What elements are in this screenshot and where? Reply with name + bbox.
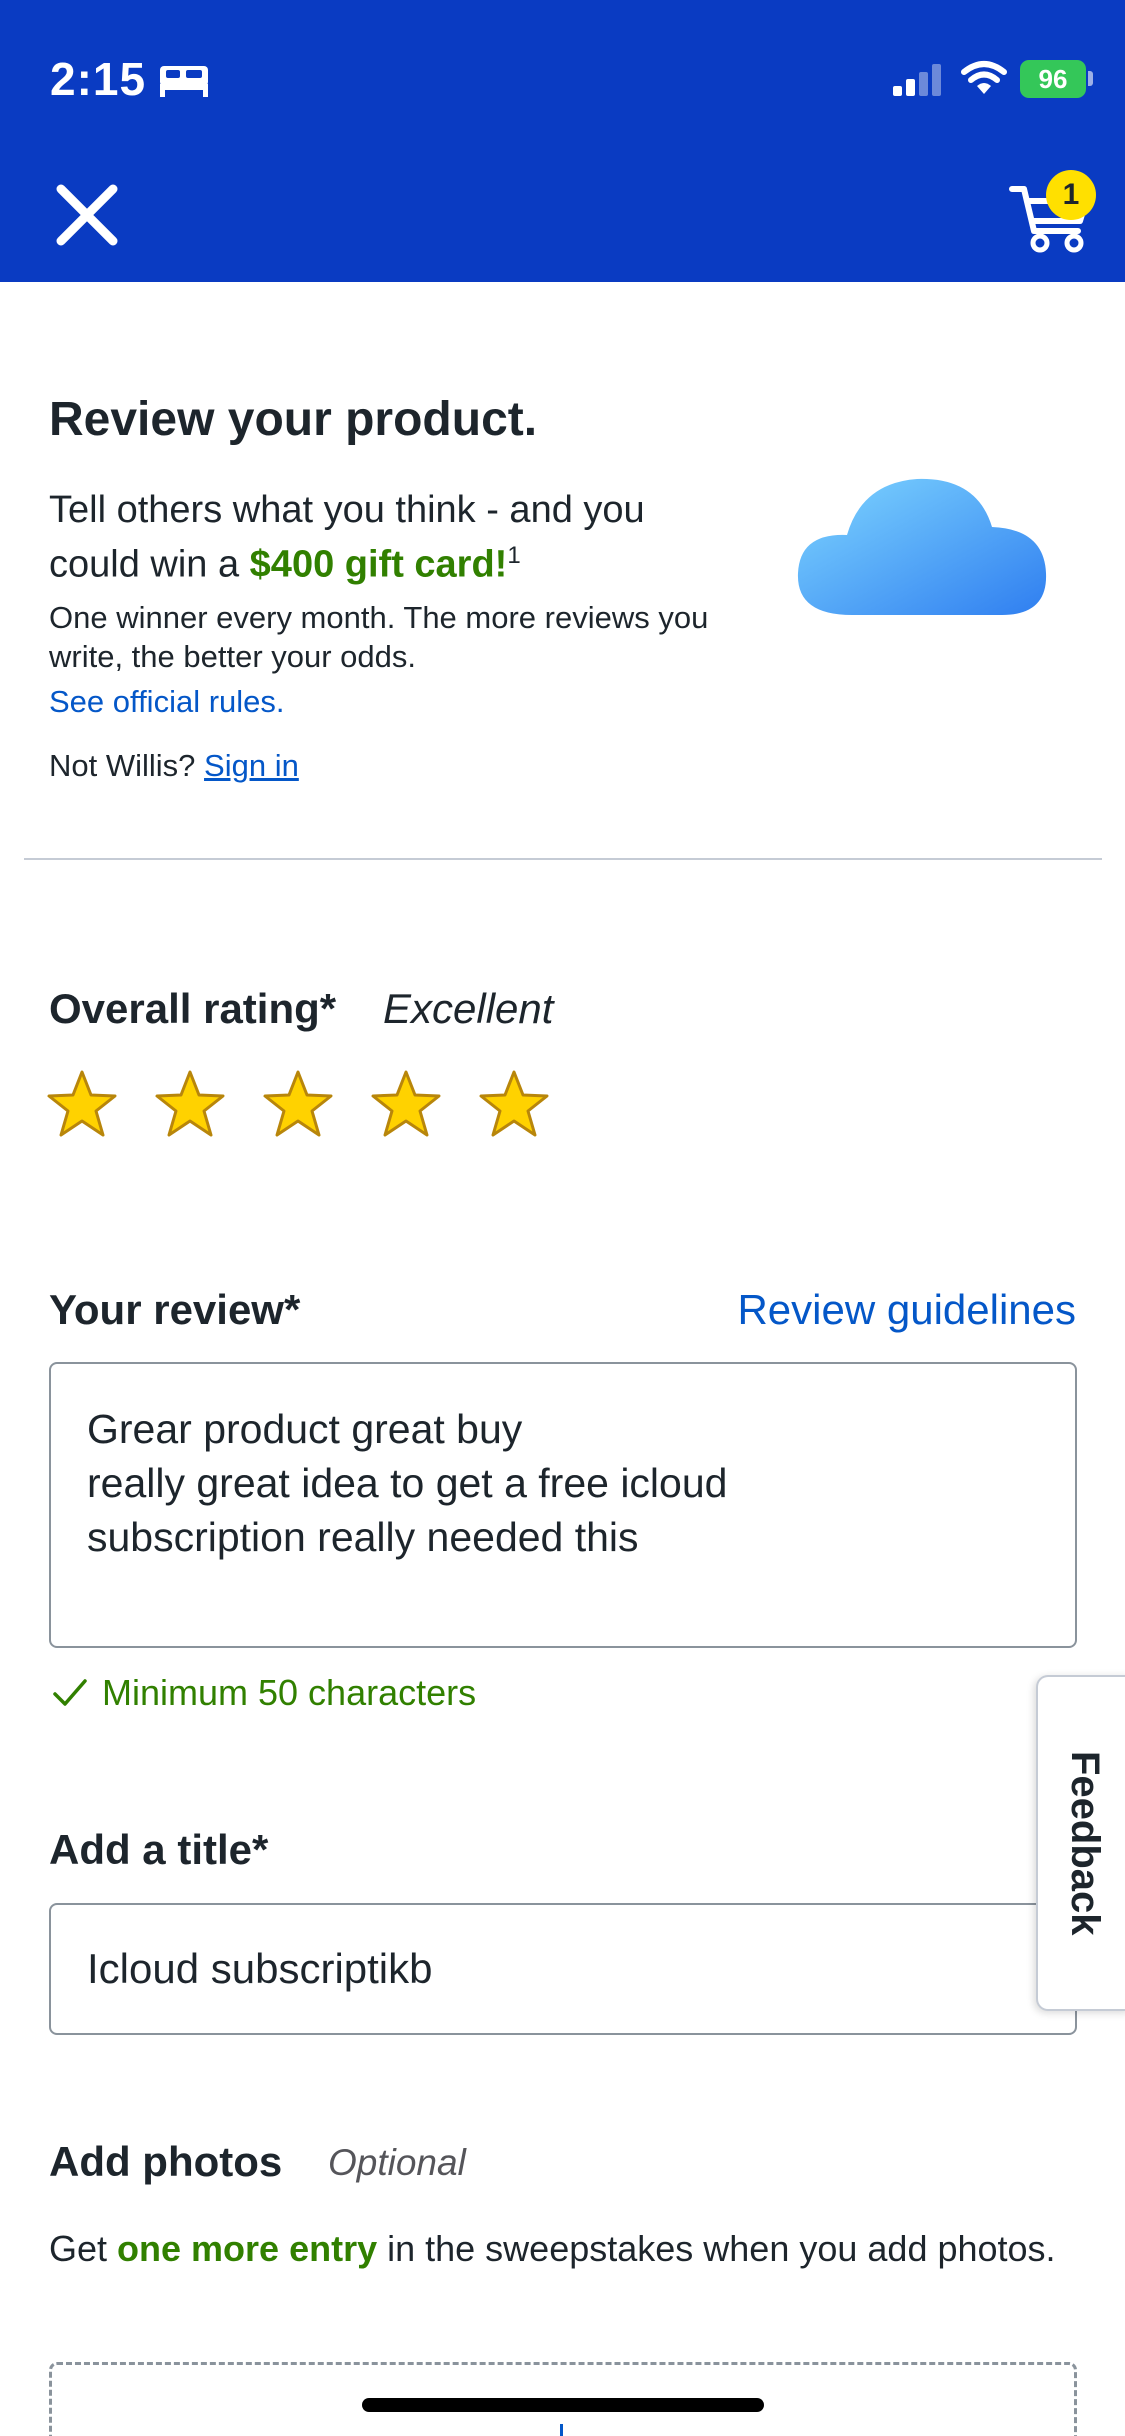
official-rules-link[interactable]: See official rules. xyxy=(49,684,285,720)
feedback-tab[interactable]: Feedback xyxy=(1036,1675,1125,2011)
battery-tip xyxy=(1088,71,1093,86)
add-photo-plus-icon[interactable] xyxy=(560,2424,563,2436)
your-review-label: Your review* xyxy=(49,1286,301,1333)
star-rating xyxy=(46,1068,550,1140)
section-divider xyxy=(24,858,1102,860)
cloud-icon xyxy=(797,478,1047,615)
sign-in-link[interactable]: Sign in xyxy=(204,748,299,783)
signal-icon xyxy=(893,64,941,96)
intro-text: Tell others what you think - and you cou… xyxy=(49,487,729,588)
sweepstakes-note: One winner every month. The more reviews… xyxy=(49,600,709,674)
footnote-marker: 1 xyxy=(507,542,521,569)
add-title-label: Add a title* xyxy=(49,1826,269,1873)
min-characters-text: Minimum 50 characters xyxy=(102,1672,477,1713)
home-indicator xyxy=(362,2398,764,2412)
not-user-prompt: Not Willis? Sign in xyxy=(49,748,299,784)
star-icon[interactable] xyxy=(154,1068,226,1140)
battery-indicator: 96 xyxy=(1020,60,1086,98)
star-icon[interactable] xyxy=(46,1068,118,1140)
app-header xyxy=(0,0,1125,282)
review-textarea[interactable]: Grear product great buy really great ide… xyxy=(49,1362,1077,1648)
star-icon[interactable] xyxy=(478,1068,550,1140)
add-photos-label: Add photos xyxy=(49,2138,283,2185)
bed-icon xyxy=(160,66,208,97)
close-icon[interactable] xyxy=(55,183,119,247)
not-user-text: Not Willis? xyxy=(49,748,196,783)
feedback-label: Feedback xyxy=(1063,1750,1107,1936)
photos-text-suffix: in the sweepstakes when you add photos. xyxy=(377,2228,1056,2269)
photos-text-prefix: Get xyxy=(49,2228,118,2269)
review-guidelines-link[interactable]: Review guidelines xyxy=(737,1286,1076,1334)
rating-value-text: Excellent xyxy=(383,985,554,1032)
wifi-icon xyxy=(961,61,1007,94)
page-title: Review your product. xyxy=(49,393,538,446)
photos-optional-label: Optional xyxy=(328,2142,466,2183)
title-input[interactable]: Icloud subscriptikb xyxy=(49,1903,1077,2035)
star-icon[interactable] xyxy=(370,1068,442,1140)
photos-description: Get one more entry in the sweepstakes wh… xyxy=(49,2226,1079,2271)
status-time: 2:15 xyxy=(50,53,147,105)
cart-count-badge: 1 xyxy=(1046,170,1096,220)
min-characters-validation: Minimum 50 characters xyxy=(52,1672,476,1714)
check-icon xyxy=(53,1679,87,1706)
star-icon[interactable] xyxy=(262,1068,334,1140)
entry-highlight: one more entry xyxy=(117,2228,378,2269)
gift-card-highlight: $400 gift card! xyxy=(249,543,508,586)
overall-rating-label: Overall rating* xyxy=(49,985,337,1032)
